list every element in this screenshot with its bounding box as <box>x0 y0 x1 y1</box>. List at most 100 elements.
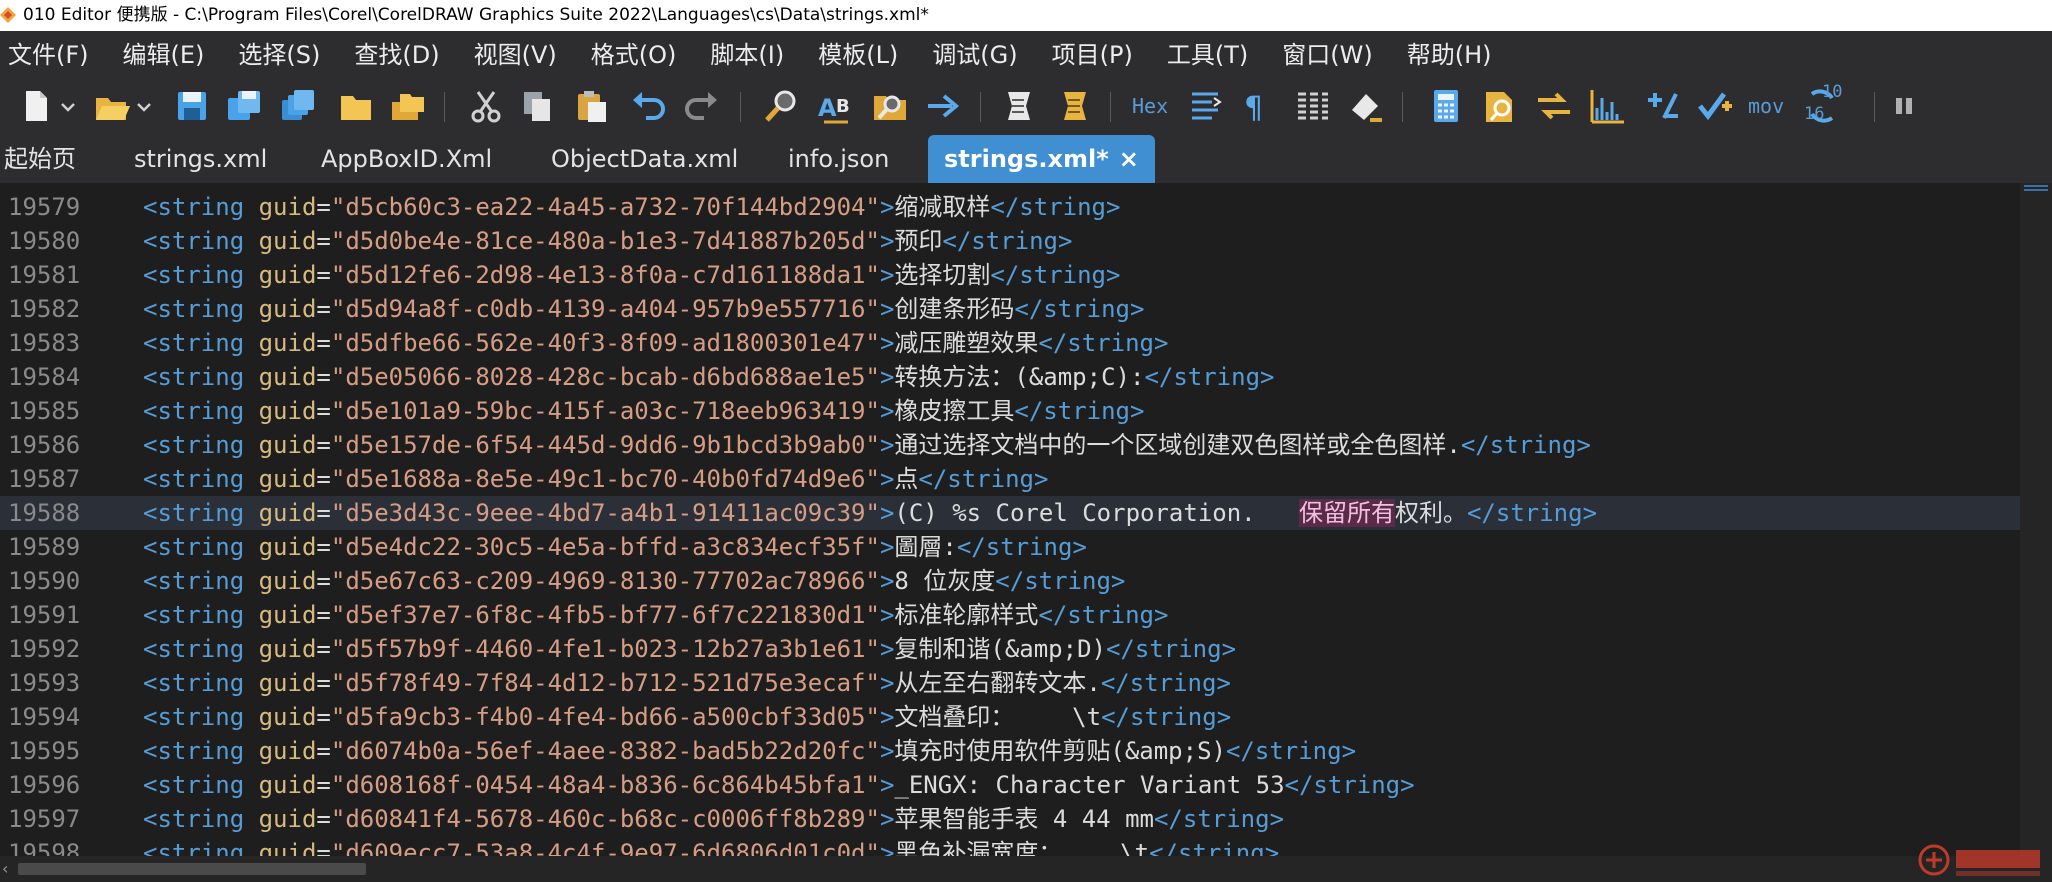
code-line[interactable]: 19582 <string guid="d5d94a8f-c0db-4139-a4… <box>0 292 2020 326</box>
tab-start-page[interactable]: 起始页 <box>4 135 76 183</box>
guid-value: d5fa9cb3-f4b0-4fe4-bd66-a500cbf33d05 <box>345 703 866 731</box>
code-line[interactable]: 19585 <string guid="d5e101a9-59bc-415f-a0… <box>0 394 2020 428</box>
tab-strings-xml[interactable]: strings.xml <box>134 135 267 183</box>
checksum-icon[interactable] <box>1694 84 1738 128</box>
menu-item[interactable]: 格式(O) <box>591 35 677 70</box>
xml-close-tag: </string> <box>1101 703 1232 731</box>
swap-icon[interactable] <box>1532 84 1576 128</box>
menu-item[interactable]: 选择(S) <box>238 35 320 70</box>
tab-objectdata-xml[interactable]: ObjectData.xml <box>551 135 738 183</box>
line-content: <string guid="d5e101a9-59bc-415f-a03c-71… <box>143 394 1144 428</box>
code-line[interactable]: 19595 <string guid="d6074b0a-56ef-4aee-83… <box>0 734 2020 768</box>
code-line[interactable]: 19584 <string guid="d5e05066-8028-428c-bc… <box>0 360 2020 394</box>
paragraph-icon[interactable]: ¶ <box>1236 84 1280 128</box>
equals-sign: = <box>316 227 331 255</box>
redo-icon[interactable] <box>680 84 724 128</box>
new-file-icon[interactable] <box>14 84 58 128</box>
menu-item[interactable]: 窗口(W) <box>1282 35 1372 70</box>
line-content: <string guid="d609ecc7-53a8-4c4f-9e97-6d… <box>143 836 1279 856</box>
operations-icon[interactable] <box>1640 84 1684 128</box>
menu-item[interactable]: 工具(T) <box>1167 35 1248 70</box>
menu-item[interactable]: 视图(V) <box>474 35 557 70</box>
run-script-icon[interactable] <box>998 84 1042 128</box>
menu-item[interactable]: 项目(P) <box>1052 35 1133 70</box>
cut-icon[interactable] <box>464 84 508 128</box>
toolbar-separator <box>740 92 741 122</box>
save-as-icon[interactable] <box>222 84 266 128</box>
undo-icon[interactable] <box>626 84 670 128</box>
code-line[interactable]: 19591 <string guid="d5ef37e7-6f8c-4fb5-bf… <box>0 598 2020 632</box>
run-template-icon[interactable] <box>1054 84 1098 128</box>
highlight-icon[interactable] <box>1344 84 1388 128</box>
code-line[interactable]: 19586 <string guid="d5e157de-6f54-445d-9d… <box>0 428 2020 462</box>
open-folder-icon[interactable] <box>334 84 378 128</box>
line-number: 19586 <box>8 431 81 459</box>
open-file-dropdown-icon[interactable] <box>132 84 156 128</box>
menu-item[interactable]: 文件(F) <box>8 35 89 70</box>
code-editor[interactable]: 19579 <string guid="d5cb60c3-ea22-4a45-a7… <box>0 190 2020 856</box>
string-text: 黑色补漏宽度： \t <box>894 839 1150 856</box>
compare-icon[interactable] <box>1184 84 1228 128</box>
tab-info-json[interactable]: info.json <box>788 135 889 183</box>
code-line[interactable]: 19580 <string guid="d5d0be4e-81ce-480a-b1… <box>0 224 2020 258</box>
code-line[interactable]: 19587 <string guid="d5e1688a-8e5e-49c1-bc… <box>0 462 2020 496</box>
find-in-files-icon[interactable] <box>868 84 912 128</box>
replace-icon[interactable]: AB <box>814 84 858 128</box>
code-line[interactable]: 19579 <string guid="d5cb60c3-ea22-4a45-a7… <box>0 190 2020 224</box>
tag-end-bracket: > <box>879 295 895 323</box>
vertical-scrollbar[interactable] <box>2020 183 2052 856</box>
save-icon[interactable] <box>170 84 214 128</box>
code-line-current[interactable]: 19588 <string guid="d5e3d43c-9eee-4bd7-a4… <box>0 496 2020 530</box>
new-file-dropdown-icon[interactable] <box>56 84 80 128</box>
pause-icon[interactable] <box>1882 84 1926 128</box>
paste-icon[interactable] <box>570 84 614 128</box>
menu-item[interactable]: 编辑(E) <box>123 35 205 70</box>
code-line[interactable]: 19589 <string guid="d5e4dc22-30c5-4e5a-bf… <box>0 530 2020 564</box>
hex-toggle[interactable]: Hex <box>1132 94 1168 118</box>
save-all-icon[interactable] <box>276 84 320 128</box>
columns-icon[interactable] <box>1290 84 1334 128</box>
code-line[interactable]: 19592 <string guid="d5f57b9f-4460-4fe1-b0… <box>0 632 2020 666</box>
menu-item[interactable]: 查找(D) <box>354 35 439 70</box>
quote: " <box>330 805 346 833</box>
menu-item[interactable]: 脚本(I) <box>710 35 784 70</box>
code-line[interactable]: 19593 <string guid="d5f78f49-7f84-4d12-b7… <box>0 666 2020 700</box>
horizontal-scrollbar[interactable]: ‹ <box>0 856 2052 882</box>
inspector-icon[interactable] <box>1478 84 1522 128</box>
menu-item[interactable]: 帮助(H) <box>1407 35 1492 70</box>
code-line[interactable]: 19581 <string guid="d5d12fe6-2d98-4e13-8f… <box>0 258 2020 292</box>
goto-icon[interactable] <box>922 84 966 128</box>
xml-open-tag: <string <box>143 261 245 289</box>
guid-value: d5dfbe66-562e-40f3-8f09-ad1800301e47 <box>345 329 866 357</box>
menu-item[interactable]: 调试(G) <box>932 35 1017 70</box>
find-icon[interactable] <box>760 84 804 128</box>
scroll-marker <box>2024 185 2048 187</box>
horizontal-scroll-thumb[interactable] <box>18 863 366 875</box>
mov-toggle[interactable]: mov <box>1748 94 1784 118</box>
open-project-icon[interactable] <box>386 84 430 128</box>
xml-open-tag: <string <box>143 499 245 527</box>
histogram-icon[interactable] <box>1586 84 1630 128</box>
code-line[interactable]: 19583 <string guid="d5dfbe66-562e-40f3-8f… <box>0 326 2020 360</box>
string-text: 预印 <box>894 227 943 255</box>
menu-item[interactable]: 模板(L) <box>818 35 898 70</box>
tab-strings-xml-active[interactable]: strings.xml* × <box>928 135 1155 183</box>
code-line[interactable]: 19590 <string guid="d5e67c63-c209-4969-81… <box>0 564 2020 598</box>
code-line[interactable]: 19594 <string guid="d5fa9cb3-f4b0-4fe4-bd… <box>0 700 2020 734</box>
quote: " <box>865 771 880 799</box>
xml-open-tag: <string <box>143 635 245 663</box>
line-number: 19597 <box>8 805 81 833</box>
tag-end-bracket: > <box>879 363 895 391</box>
code-line[interactable]: 19598 <string guid="d609ecc7-53a8-4c4f-9e… <box>0 836 2020 856</box>
scroll-left-icon[interactable]: ‹ <box>2 859 8 878</box>
xml-attribute-name: guid <box>258 465 317 493</box>
calculator-icon[interactable] <box>1424 84 1468 128</box>
copy-icon[interactable] <box>516 84 560 128</box>
code-line[interactable]: 19596 <string guid="d608168f-0454-48a4-b8… <box>0 768 2020 802</box>
tab-close-icon[interactable]: × <box>1119 145 1139 173</box>
open-file-icon[interactable] <box>90 84 134 128</box>
tab-appboxid-xml[interactable]: AppBoxID.Xml <box>321 135 492 183</box>
code-line[interactable]: 19597 <string guid="d60841f4-5678-460c-b6… <box>0 802 2020 836</box>
